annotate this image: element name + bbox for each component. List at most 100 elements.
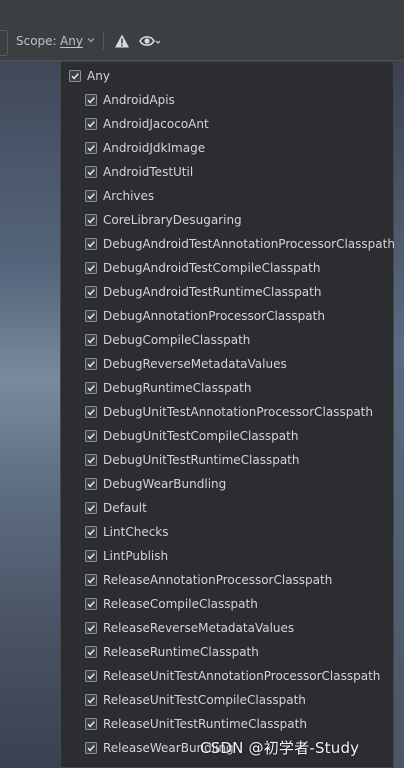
scope-option[interactable]: ReleaseUnitTestAnnotationProcessorClassp… [85, 666, 380, 686]
scope-option[interactable]: DebugAnnotationProcessorClasspath [85, 306, 325, 326]
scope-option-label: DebugUnitTestCompileClasspath [103, 429, 299, 443]
checkmark-icon [87, 625, 95, 632]
checkbox[interactable] [85, 622, 97, 634]
checkbox[interactable] [85, 334, 97, 346]
checkbox[interactable] [85, 742, 97, 754]
checkbox[interactable] [85, 382, 97, 394]
checkbox[interactable] [85, 598, 97, 610]
checkbox[interactable] [85, 238, 97, 250]
scope-option-label: DebugAndroidTestCompileClasspath [103, 261, 321, 275]
scope-label: Scope: [16, 34, 57, 48]
scope-option[interactable]: CoreLibraryDesugaring [85, 210, 242, 230]
checkbox[interactable] [85, 526, 97, 538]
checkmark-icon [87, 265, 95, 272]
checkbox[interactable] [85, 166, 97, 178]
scope-dropdown[interactable]: Any [60, 34, 83, 48]
scope-option[interactable]: ReleaseUnitTestRuntimeClasspath [85, 714, 307, 734]
scope-option[interactable]: DebugAndroidTestCompileClasspath [85, 258, 320, 278]
checkbox[interactable] [85, 118, 97, 130]
checkmark-icon [87, 601, 95, 608]
scope-option-label: LintChecks [103, 525, 169, 539]
checkmark-icon [87, 289, 95, 296]
checkbox[interactable] [85, 550, 97, 562]
scope-option[interactable]: DebugWearBundling [85, 474, 226, 494]
scope-option-label: ReleaseUnitTestAnnotationProcessorClassp… [103, 669, 381, 683]
scope-option-label: DebugWearBundling [103, 477, 227, 491]
checkmark-icon [87, 697, 95, 704]
scope-option[interactable]: ReleaseUnitTestCompileClasspath [85, 690, 306, 710]
checkbox[interactable] [85, 574, 97, 586]
scope-option[interactable]: DebugCompileClasspath [85, 330, 250, 350]
scope-option-label: ReleaseUnitTestRuntimeClasspath [103, 717, 307, 731]
scope-option[interactable]: AndroidApis [85, 90, 175, 110]
scope-option-label: ReleaseCompileClasspath [103, 597, 258, 611]
checkbox[interactable] [69, 70, 81, 82]
checkbox[interactable] [85, 142, 97, 154]
scope-option[interactable]: Archives [85, 186, 154, 206]
checkmark-icon [87, 553, 95, 560]
scope-option-label: ReleaseRuntimeClasspath [103, 645, 259, 659]
checkmark-icon [87, 457, 95, 464]
checkmark-icon [87, 481, 95, 488]
scope-option-label: Default [103, 501, 147, 515]
checkmark-icon [87, 673, 95, 680]
checkmark-icon [87, 361, 95, 368]
scope-option[interactable]: DebugAndroidTestAnnotationProcessorClass… [85, 234, 395, 254]
checkbox[interactable] [85, 286, 97, 298]
checkmark-icon [87, 217, 95, 224]
scope-option[interactable]: AndroidJacocoAnt [85, 114, 209, 134]
scope-option[interactable]: AndroidJdkImage [85, 138, 205, 158]
checkmark-icon [87, 409, 95, 416]
scope-option[interactable]: ReleaseAnnotationProcessorClasspath [85, 570, 332, 590]
checkbox[interactable] [85, 454, 97, 466]
checkbox[interactable] [85, 94, 97, 106]
scope-option[interactable]: DebugUnitTestCompileClasspath [85, 426, 298, 446]
checkmark-icon [87, 385, 95, 392]
checkbox[interactable] [85, 478, 97, 490]
checkbox[interactable] [85, 430, 97, 442]
scope-option[interactable]: ReleaseReverseMetadataValues [85, 618, 294, 638]
checkbox[interactable] [85, 670, 97, 682]
scope-option[interactable]: ReleaseCompileClasspath [85, 594, 258, 614]
editor-background-right [394, 61, 404, 768]
checkbox[interactable] [85, 694, 97, 706]
scope-option[interactable]: Default [85, 498, 147, 518]
scope-option[interactable]: ReleaseRuntimeClasspath [85, 642, 259, 662]
checkmark-icon [87, 433, 95, 440]
toolbar-search-field-edge[interactable] [0, 30, 8, 56]
scope-option[interactable]: LintPublish [85, 546, 168, 566]
warning-icon[interactable] [114, 33, 130, 49]
scope-option-any[interactable]: Any [69, 66, 110, 86]
scope-option-label: LintPublish [103, 549, 169, 563]
scope-option[interactable]: LintChecks [85, 522, 169, 542]
checkbox[interactable] [85, 310, 97, 322]
toolbar-separator [103, 32, 104, 50]
checkbox[interactable] [85, 358, 97, 370]
checkbox[interactable] [85, 718, 97, 730]
scope-option[interactable]: DebugUnitTestAnnotationProcessorClasspat… [85, 402, 373, 422]
editor-background-left [0, 61, 60, 768]
checkmark-icon [87, 649, 95, 656]
checkmark-icon [87, 121, 95, 128]
scope-option[interactable]: DebugUnitTestRuntimeClasspath [85, 450, 300, 470]
checkbox[interactable] [85, 406, 97, 418]
eye-icon[interactable] [139, 33, 161, 49]
scope-option[interactable]: DebugAndroidTestRuntimeClasspath [85, 282, 321, 302]
checkmark-icon [87, 145, 95, 152]
checkbox[interactable] [85, 502, 97, 514]
scope-option[interactable]: AndroidTestUtil [85, 162, 193, 182]
scope-option-label: AndroidTestUtil [103, 165, 194, 179]
scope-option-label: Archives [103, 189, 155, 203]
checkbox[interactable] [85, 646, 97, 658]
scope-option[interactable]: DebugRuntimeClasspath [85, 378, 251, 398]
checkbox[interactable] [85, 190, 97, 202]
scope-option-label: AndroidApis [103, 93, 175, 107]
scope-popup: Any AndroidApis AndroidJacocoAnt AndroidJdk… [60, 61, 395, 768]
chevron-down-icon[interactable] [86, 35, 96, 45]
checkbox[interactable] [85, 262, 97, 274]
scope-option[interactable]: DebugReverseMetadataValues [85, 354, 287, 374]
scope-option-label: DebugReverseMetadataValues [103, 357, 287, 371]
scope-option-label: DebugCompileClasspath [103, 333, 251, 347]
checkmark-icon [87, 193, 95, 200]
checkbox[interactable] [85, 214, 97, 226]
